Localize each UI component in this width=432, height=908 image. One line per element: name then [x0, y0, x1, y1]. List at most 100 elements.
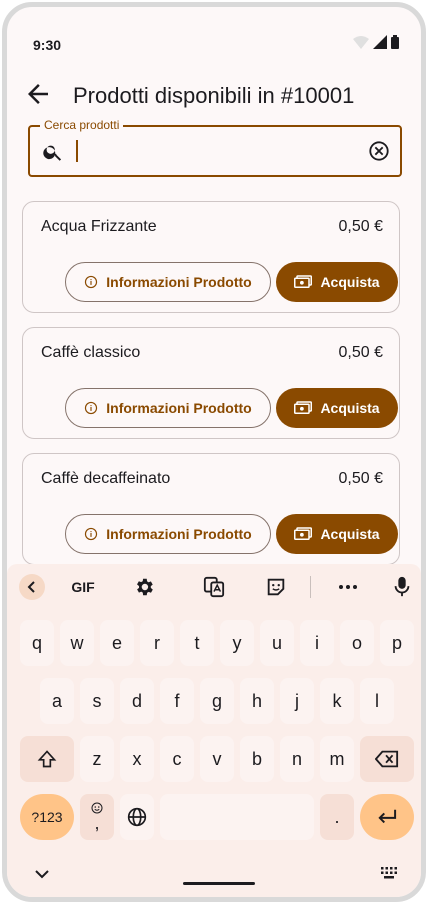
gear-icon — [137, 578, 153, 596]
info-button-label: Informazioni Prodotto — [106, 274, 252, 290]
product-price: 0,50 € — [338, 218, 383, 235]
key-b[interactable]: b — [240, 736, 274, 782]
key-u[interactable]: u — [260, 620, 294, 666]
microphone-icon — [394, 576, 410, 597]
key-k[interactable]: k — [320, 678, 354, 724]
buy-button-label: Acquista — [320, 526, 380, 542]
product-info-button[interactable]: Informazioni Prodotto — [65, 388, 271, 428]
product-price: 0,50 € — [338, 470, 383, 487]
keyboard-switch-icon[interactable] — [381, 867, 397, 879]
product-name: Caffè classico — [41, 344, 141, 361]
emoji-comma-key[interactable]: , — [80, 794, 114, 840]
product-card: Caffè decaffeinato 0,50 € Informazioni P… — [22, 453, 400, 565]
key-l[interactable]: l — [360, 678, 394, 724]
phone-frame: 9:30 Prodotti disponibili in #10001 Cerc… — [2, 2, 426, 902]
toolbar-divider — [310, 576, 311, 598]
key-r[interactable]: r — [140, 620, 174, 666]
gif-button[interactable]: GIF — [65, 574, 101, 600]
key-i[interactable]: i — [300, 620, 334, 666]
key-m[interactable]: m — [320, 736, 354, 782]
hide-keyboard-icon[interactable] — [35, 870, 49, 879]
soft-keyboard: GIF q w e r t y u i o p a s d f g h j k … — [7, 564, 421, 897]
enter-key[interactable] — [360, 794, 414, 840]
key-v[interactable]: v — [200, 736, 234, 782]
buy-button[interactable]: Acquista — [276, 514, 398, 554]
gesture-nav-bar[interactable] — [183, 882, 255, 885]
keyboard-settings-button[interactable] — [131, 574, 157, 600]
backspace-icon — [375, 750, 399, 768]
key-h[interactable]: h — [240, 678, 274, 724]
key-t[interactable]: t — [180, 620, 214, 666]
product-card: Acqua Frizzante 0,50 € Informazioni Prod… — [22, 201, 400, 313]
sticker-button[interactable] — [263, 574, 289, 600]
key-p[interactable]: p — [380, 620, 414, 666]
status-bar: 9:30 — [7, 7, 421, 67]
product-info-button[interactable]: Informazioni Prodotto — [65, 514, 271, 554]
space-key[interactable] — [160, 794, 314, 840]
key-e[interactable]: e — [100, 620, 134, 666]
status-time: 9:30 — [33, 37, 62, 53]
money-icon — [294, 275, 313, 288]
key-x[interactable]: x — [120, 736, 154, 782]
key-f[interactable]: f — [160, 678, 194, 724]
search-field[interactable]: Cerca prodotti — [28, 118, 402, 177]
chevron-left-icon — [27, 581, 35, 593]
search-input[interactable] — [74, 137, 358, 167]
shift-key[interactable] — [20, 736, 74, 782]
clear-icon[interactable] — [368, 140, 390, 162]
key-q[interactable]: q — [20, 620, 54, 666]
search-label: Cerca prodotti — [40, 118, 124, 132]
key-n[interactable]: n — [280, 736, 314, 782]
key-a[interactable]: a — [40, 678, 74, 724]
voice-input-button[interactable] — [389, 574, 415, 600]
product-price: 0,50 € — [338, 344, 383, 361]
product-card: Caffè classico 0,50 € Informazioni Prodo… — [22, 327, 400, 439]
search-icon — [43, 145, 62, 161]
enter-icon — [378, 809, 397, 824]
app-bar: Prodotti disponibili in #10001 — [7, 69, 421, 125]
key-c[interactable]: c — [160, 736, 194, 782]
info-icon — [85, 275, 98, 289]
key-s[interactable]: s — [80, 678, 114, 724]
status-icons — [353, 35, 399, 49]
key-d[interactable]: d — [120, 678, 154, 724]
product-info-button[interactable]: Informazioni Prodotto — [65, 262, 271, 302]
symbols-key[interactable]: ?123 — [20, 794, 74, 840]
product-name: Acqua Frizzante — [41, 218, 157, 235]
info-button-label: Informazioni Prodotto — [106, 526, 252, 542]
key-y[interactable]: y — [220, 620, 254, 666]
product-name: Caffè decaffeinato — [41, 470, 171, 487]
buy-button[interactable]: Acquista — [276, 388, 398, 428]
translate-icon — [203, 576, 225, 598]
page-title: Prodotti disponibili in #10001 — [73, 83, 355, 108]
sticker-icon — [267, 578, 285, 596]
language-key[interactable] — [120, 794, 154, 840]
info-icon — [85, 527, 98, 541]
money-icon — [294, 401, 313, 414]
backspace-key[interactable] — [360, 736, 414, 782]
more-options-button[interactable] — [335, 574, 361, 600]
comma-label: , — [94, 813, 100, 833]
key-w[interactable]: w — [60, 620, 94, 666]
key-o[interactable]: o — [340, 620, 374, 666]
key-g[interactable]: g — [200, 678, 234, 724]
buy-button[interactable]: Acquista — [276, 262, 398, 302]
toolbar-back-button[interactable] — [19, 574, 45, 600]
buy-button-label: Acquista — [320, 274, 380, 290]
signal-icon — [373, 35, 387, 49]
key-z[interactable]: z — [80, 736, 114, 782]
keyboard-toolbar: GIF — [7, 564, 421, 610]
info-button-label: Informazioni Prodotto — [106, 400, 252, 416]
key-j[interactable]: j — [280, 678, 314, 724]
translate-button[interactable] — [201, 574, 227, 600]
shift-icon — [37, 750, 57, 768]
gif-label: GIF — [71, 579, 95, 595]
back-arrow-icon[interactable] — [23, 79, 53, 109]
period-key[interactable]: . — [320, 794, 354, 840]
globe-icon — [127, 807, 147, 827]
wifi-icon — [353, 35, 369, 49]
info-icon — [85, 401, 98, 415]
more-horizontal-icon — [339, 585, 357, 589]
battery-icon — [391, 35, 399, 49]
text-cursor — [76, 140, 78, 162]
